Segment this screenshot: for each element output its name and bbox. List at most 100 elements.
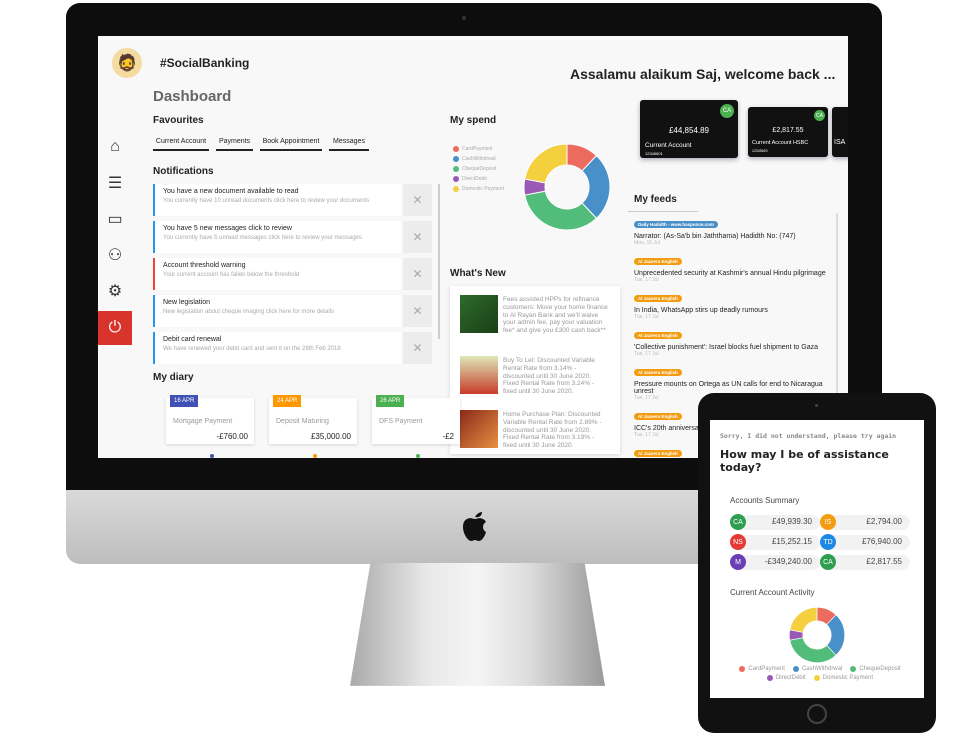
cards-scrollbar[interactable] <box>628 211 698 212</box>
activity-heading: Current Account Activity <box>730 588 815 597</box>
page-title: Dashboard <box>153 88 232 105</box>
folder-icon[interactable]: ▭ <box>98 202 132 236</box>
diary-heading: My diary <box>153 372 194 383</box>
legend-label: CashWithdrwal <box>801 666 843 672</box>
diary-date: 16 APR <box>170 395 199 407</box>
notification-item[interactable]: Account threshold warning Your current ac… <box>153 258 401 290</box>
notification-title: You have 5 new messages click to review <box>163 225 292 232</box>
close-icon[interactable]: ✕ <box>403 332 432 364</box>
feed-source-badge: Al Jazeera English <box>634 295 682 302</box>
account-code-icon: CA <box>730 514 746 530</box>
feed-date: Tue, 17 Jul <box>634 351 659 357</box>
news-text[interactable]: Home Purchase Plan: Discounted Variable … <box>503 411 608 450</box>
diary-card[interactable]: 24 APR Deposit Maturing £35,000.00 <box>269 395 357 444</box>
diary-amount: £35,000.00 <box>310 432 351 441</box>
home-button[interactable] <box>807 704 827 724</box>
fav-current-account[interactable]: Current Account <box>153 138 209 151</box>
account-amount: £2,817.55 <box>866 557 902 566</box>
card-name: Current Account HSBC <box>752 140 809 146</box>
close-icon[interactable]: ✕ <box>403 221 432 253</box>
notification-title: You have a new document available to rea… <box>163 188 299 195</box>
account-amount: £15,252.15 <box>771 537 812 546</box>
feeds-heading: My feeds <box>634 194 677 205</box>
feed-source-badge: Al Jazeera English <box>634 450 682 457</box>
notification-item[interactable]: You have a new document available to rea… <box>153 184 401 216</box>
accounts-summary-heading: Accounts Summary <box>730 496 800 505</box>
account-summary-item[interactable]: CA £49,939.30 <box>730 514 820 530</box>
tablet-screen: Sorry, I did not understand, please try … <box>710 420 924 698</box>
legend-swatch <box>453 146 459 152</box>
brand-title: #SocialBanking <box>160 56 250 70</box>
account-summary-item[interactable]: IS £2,794.00 <box>820 514 910 530</box>
notification-item[interactable]: New legislation New legislation about che… <box>153 295 401 327</box>
diary-date: 26 APR <box>376 395 405 407</box>
notification-subtitle: You currently have 5 unread messages cli… <box>163 235 362 241</box>
feed-title: Unprecedented security at Kashmir's annu… <box>634 270 826 277</box>
error-message: Sorry, I did not understand, please try … <box>720 432 897 440</box>
diary-card[interactable]: 16 APR Mortgage Payment -£760.00 <box>166 395 254 444</box>
close-icon[interactable]: ✕ <box>403 258 432 290</box>
activity-donut-chart <box>788 606 845 664</box>
timeline-dot <box>416 454 420 458</box>
legend-swatch <box>813 675 820 681</box>
timeline-dot <box>313 454 317 458</box>
account-code-icon: IS <box>820 514 836 530</box>
account-summary-item[interactable]: M -£349,240.00 <box>730 554 820 570</box>
account-summary-item[interactable]: TD £76,940.00 <box>820 534 910 550</box>
feed-title: 'Collective punishment': Israel blocks f… <box>634 344 818 351</box>
spend-donut-chart <box>523 143 611 231</box>
notification-title: Account threshold warning <box>163 262 246 269</box>
legend-item: Domestic Payment <box>453 186 504 192</box>
legend-item: CardPayment <box>453 146 493 152</box>
legend-item: CardPayment <box>739 666 785 672</box>
feed-item[interactable]: Al Jazeera English In India, WhatsApp sti… <box>634 287 834 320</box>
notification-subtitle: We have renewed your debit card and sent… <box>163 346 341 352</box>
card-number: 12345601 <box>645 151 663 156</box>
feed-item[interactable]: Daily Hadidth - www.hasponce.com Narrator… <box>634 213 834 246</box>
diary-name: Deposit Maturing <box>276 418 329 425</box>
diary-card[interactable]: 26 APR DFS Payment -£2 <box>372 395 460 444</box>
feed-date: Tue, 17 Jul <box>634 277 659 283</box>
donut-slice-domestic-payment[interactable] <box>524 143 568 184</box>
news-text[interactable]: Buy To Let: Discounted Variable Rental R… <box>503 357 608 396</box>
avatar[interactable]: 🧔 <box>112 48 142 78</box>
notification-item[interactable]: Debit card renewal We have renewed your d… <box>153 332 401 364</box>
feed-item[interactable]: Al Jazeera English 'Collective punishment… <box>634 324 834 357</box>
legend-label: Domestic Payment <box>822 675 874 681</box>
account-amount: £76,940.00 <box>861 537 902 546</box>
settings-icon[interactable]: ⚙ <box>98 274 132 308</box>
list-icon[interactable]: ☰ <box>98 166 132 200</box>
card-balance: £2,817.55 <box>772 127 804 134</box>
news-text[interactable]: Fees assisted HPPs for refinance custome… <box>503 296 608 335</box>
close-icon[interactable]: ✕ <box>403 295 432 327</box>
account-code-icon: M <box>730 554 746 570</box>
account-card[interactable]: ISA <box>832 107 848 157</box>
donut-slice-chequedeposit[interactable] <box>524 190 598 231</box>
account-amount: £2,794.00 <box>866 517 902 526</box>
card-name: Current Account <box>645 142 692 149</box>
notification-item[interactable]: You have 5 new messages click to review Y… <box>153 221 401 253</box>
donut-slice-chequedeposit[interactable] <box>789 637 837 664</box>
power-icon[interactable]: ⏻ <box>98 311 132 345</box>
donut-slice-domestic-payment[interactable] <box>789 606 818 633</box>
fav-book-appointment[interactable]: Book Appointment <box>260 138 322 151</box>
home-icon[interactable]: ⌂ <box>98 130 132 164</box>
user-icon[interactable]: ⚇ <box>98 238 132 272</box>
whats-new-heading: What's New <box>450 268 506 279</box>
notifications-heading: Notifications <box>153 166 214 177</box>
legend-item: CashWithdrwal <box>453 156 496 162</box>
fav-payments[interactable]: Payments <box>216 138 253 151</box>
fav-messages[interactable]: Messages <box>329 138 369 151</box>
account-summary-item[interactable]: NS £15,252.15 <box>730 534 820 550</box>
account-card[interactable]: CA £44,854.89 Current Account 12345601 <box>640 100 738 158</box>
legend-swatch <box>453 176 459 182</box>
camera-icon <box>462 16 466 20</box>
close-icon[interactable]: ✕ <box>403 184 432 216</box>
diary-name: Mortgage Payment <box>173 418 233 425</box>
notifications-scrollbar[interactable] <box>438 184 440 339</box>
legend-swatch <box>453 166 459 172</box>
account-code-icon: CA <box>820 554 836 570</box>
account-summary-item[interactable]: CA £2,817.55 <box>820 554 910 570</box>
feed-item[interactable]: Al Jazeera English Unprecedented security… <box>634 250 834 283</box>
account-card[interactable]: CA £2,817.55 Current Account HSBC 123456… <box>748 107 828 157</box>
